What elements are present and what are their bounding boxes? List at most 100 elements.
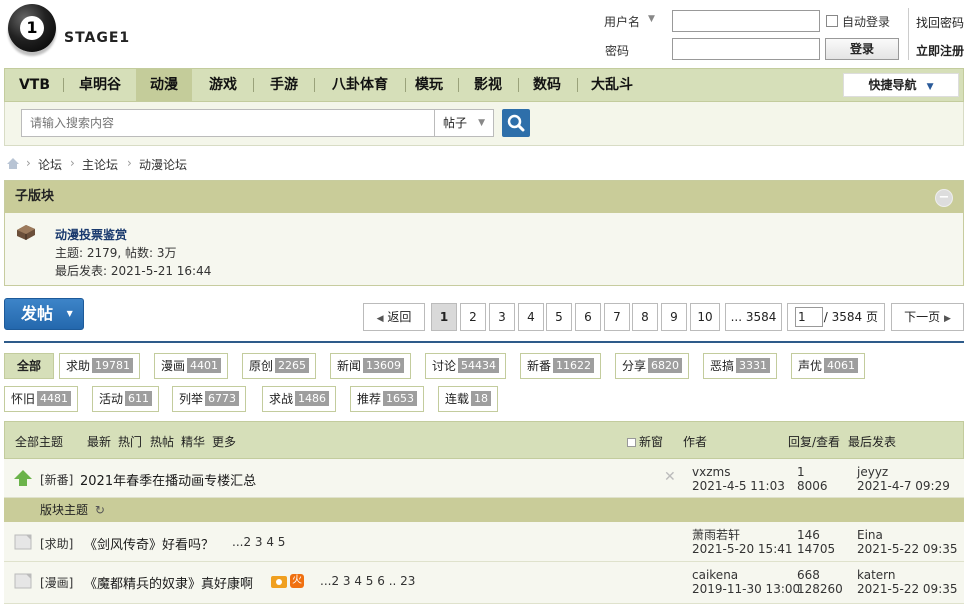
page-link[interactable]: 10 (690, 303, 720, 331)
category-share[interactable]: 分享 6820 (615, 353, 690, 379)
nav-item-games[interactable]: 游戏 (194, 69, 252, 101)
username-dropdown-icon[interactable]: ▼ (648, 14, 655, 24)
page-link[interactable]: 4 (518, 303, 544, 331)
close-icon[interactable]: ✕ (664, 469, 676, 485)
register-link[interactable]: 立即注册 (916, 42, 964, 59)
filter-all-threads[interactable]: 全部主题 (15, 433, 63, 450)
section-band-label: 版块主题 (40, 503, 89, 517)
home-icon[interactable] (6, 157, 20, 170)
page-link[interactable]: 6 (575, 303, 601, 331)
category-serial[interactable]: 连载 18 (438, 386, 499, 412)
page-link[interactable]: 8 (632, 303, 658, 331)
thread-author[interactable]: 萧雨若轩 (692, 528, 740, 542)
thread-author[interactable]: vxzms (692, 465, 730, 479)
category-news[interactable]: 新闻 13609 (330, 353, 412, 379)
category-event[interactable]: 活动 611 (92, 386, 160, 412)
page-link[interactable]: 5 (546, 303, 572, 331)
thread-last-date[interactable]: 2021-4-7 09:29 (857, 479, 950, 493)
thread-last-user[interactable]: jeyyz (857, 465, 888, 479)
new-window-toggle[interactable]: 新窗 (627, 433, 663, 450)
page-link[interactable]: 2 (460, 303, 486, 331)
thread-replies[interactable]: 668 (797, 568, 820, 582)
filter-hot[interactable]: 热帖 (150, 433, 174, 450)
thread-title[interactable]: 《魔都精兵的奴隶》真好康啊 (84, 573, 253, 592)
category-parody[interactable]: 恶搞 3331 (703, 353, 778, 379)
next-page-button[interactable]: 下一页 ▶ (891, 303, 964, 331)
nav-divider (458, 78, 459, 92)
thread-date: 2021-4-5 11:03 (692, 479, 785, 493)
nav-item-digital[interactable]: 数码 (520, 69, 574, 101)
search-type-select[interactable]: 帖子 ▼ (434, 109, 494, 137)
nav-item-film[interactable]: 影视 (460, 69, 516, 101)
filter-latest[interactable]: 最新 (87, 433, 111, 450)
nav-item-vtb[interactable]: VTB (7, 69, 62, 101)
page-link[interactable]: 3 (489, 303, 515, 331)
category-list[interactable]: 列举 6773 (172, 386, 247, 412)
category-new-anime[interactable]: 新番 11622 (520, 353, 602, 379)
thread-replies[interactable]: 1 (797, 465, 805, 479)
back-label: 返回 (387, 310, 412, 324)
new-window-checkbox[interactable] (627, 438, 636, 447)
thread-title[interactable]: 2021年春季在播动画专楼汇总 (80, 470, 256, 489)
nav-item-anime[interactable]: 动漫 (136, 69, 192, 101)
filter-more[interactable]: 更多 (212, 433, 236, 450)
site-logo[interactable]: 1 STAGE1 (4, 2, 164, 58)
nav-item-mobile-games[interactable]: 手游 (255, 69, 313, 101)
category-recommend[interactable]: 推荐 1653 (350, 386, 425, 412)
thread-pages[interactable]: ...2 3 4 5 6 .. 23 (320, 574, 415, 588)
page-link[interactable]: 1 (431, 303, 457, 331)
category-original[interactable]: 原创 2265 (242, 353, 317, 379)
username-input[interactable] (672, 10, 820, 32)
category-count: 1653 (383, 391, 418, 406)
thread-tag[interactable]: [求助] (40, 535, 73, 552)
new-post-button[interactable]: 发帖 ▼ (4, 298, 84, 330)
page-link[interactable]: 9 (661, 303, 687, 331)
thread-last-user[interactable]: Eina (857, 528, 883, 542)
header-divider (908, 8, 909, 60)
category-discussion[interactable]: 讨论 54434 (425, 353, 507, 379)
category-seiyuu[interactable]: 声优 4061 (791, 353, 866, 379)
refresh-icon[interactable]: ↻ (95, 503, 105, 517)
category-manga[interactable]: 漫画 4401 (154, 353, 229, 379)
collapse-icon[interactable]: − (935, 189, 953, 207)
category-help[interactable]: 求助 19781 (59, 353, 141, 379)
thread-tag[interactable]: [新番] (40, 471, 73, 488)
search-icon (507, 114, 525, 132)
page-link-last[interactable]: ... 3584 (725, 303, 782, 331)
category-challenge[interactable]: 求战 1486 (262, 386, 337, 412)
filter-popular[interactable]: 热门 (118, 433, 142, 450)
thread-last-date[interactable]: 2021-5-22 09:35 (857, 542, 958, 556)
thread-author[interactable]: caikena (692, 568, 738, 582)
page-link[interactable]: 7 (604, 303, 630, 331)
login-button[interactable]: 登录 (825, 38, 899, 60)
back-button[interactable]: ◀ 返回 (363, 303, 425, 331)
find-password-link[interactable]: 找回密码 (916, 14, 964, 31)
breadcrumb-forum[interactable]: 论坛 (38, 156, 62, 173)
subforum-link[interactable]: 动漫投票鉴赏 (55, 226, 127, 243)
filter-digest[interactable]: 精华 (181, 433, 205, 450)
thread-last-date[interactable]: 2021-5-22 09:35 (857, 582, 958, 596)
page-jump-input[interactable]: 1 (795, 307, 823, 327)
thread-title[interactable]: 《剑风传奇》好看吗？ (84, 534, 214, 553)
search-button[interactable] (502, 109, 530, 137)
nav-item-gossip-sports[interactable]: 八卦体育 (316, 69, 404, 101)
nav-item-brawl[interactable]: 大乱斗 (579, 69, 645, 101)
thread-last-user[interactable]: katern (857, 568, 896, 582)
thread-replies[interactable]: 146 (797, 528, 820, 542)
nav-item-zhuomingu[interactable]: 卓明谷 (65, 69, 135, 101)
col-reply-header[interactable]: 回复/查看 (788, 433, 840, 450)
thread-pages[interactable]: ...2 3 4 5 (232, 535, 285, 549)
breadcrumb-main-forum[interactable]: 主论坛 (82, 156, 118, 173)
thread-tag[interactable]: [漫画] (40, 574, 73, 591)
breadcrumb-anime-forum[interactable]: 动漫论坛 (139, 156, 187, 173)
category-all[interactable]: 全部 (4, 353, 54, 379)
nav-item-models[interactable]: 模玩 (407, 69, 451, 101)
quick-nav-label: 快捷导航 (868, 78, 917, 92)
quick-nav-button[interactable]: 快捷导航 ▼ (843, 73, 959, 97)
search-input[interactable] (21, 109, 435, 137)
category-nostalgia[interactable]: 怀旧 4481 (4, 386, 79, 412)
col-last-header[interactable]: 最后发表 (848, 433, 896, 450)
password-input[interactable] (672, 38, 820, 60)
category-count: 4401 (187, 358, 222, 373)
auto-login-checkbox[interactable] (826, 15, 838, 27)
